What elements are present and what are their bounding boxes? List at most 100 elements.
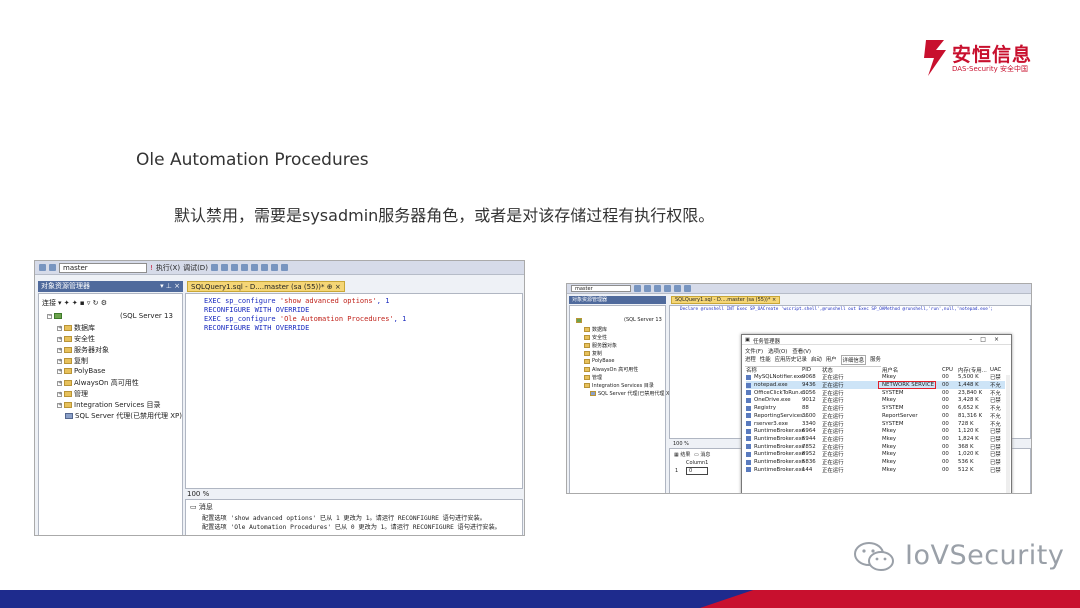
wechat-icon: [854, 542, 894, 571]
toolbar-icon[interactable]: [684, 285, 691, 292]
toolbar-icon[interactable]: [210, 264, 218, 271]
menu-file[interactable]: 文件(F): [745, 347, 763, 355]
expand-icon[interactable]: +: [57, 380, 62, 386]
toolbar-icon[interactable]: [49, 264, 56, 271]
process-row[interactable]: RuntimeBroker.exe 8952 正在运行 Mkey 00 1,020 K 已禁: [746, 451, 1005, 458]
tree-item-replication[interactable]: + 复制: [57, 356, 88, 366]
database-combo[interactable]: master: [59, 262, 147, 273]
tree-item[interactable]: PolyBase: [584, 358, 614, 364]
results-tab[interactable]: ▦ 结果: [674, 451, 690, 458]
tree-item[interactable]: 服务器对象: [584, 342, 617, 349]
tab-details[interactable]: 详细信息: [840, 355, 867, 365]
toolbar-icon[interactable]: [220, 264, 228, 271]
tree-item-alwayson[interactable]: + AlwaysOn 高可用性: [57, 378, 139, 388]
column-header[interactable]: UAC: [990, 367, 1001, 373]
toolbar-icon[interactable]: [634, 285, 641, 292]
debug-button[interactable]: 调试(D): [183, 263, 208, 273]
tree-item[interactable]: AlwaysOn 高可用性: [584, 366, 638, 373]
tree-item[interactable]: SQL Server 代理(已禁用代理 XP): [590, 390, 674, 397]
close-icon[interactable]: ×: [772, 297, 776, 303]
process-row[interactable]: Registry 88 正在运行 SYSTEM 00 6,652 K 不允: [746, 404, 1005, 412]
query-tab[interactable]: SQLQuery1.sql - D....master (sa (55))* ×: [671, 296, 781, 304]
collapse-icon[interactable]: −: [47, 313, 52, 319]
process-row[interactable]: RuntimeBroker.exe 5836 正在运行 Mkey 00 536 K 已禁: [746, 458, 1005, 466]
process-cell: 88: [802, 405, 809, 412]
expand-icon[interactable]: +: [57, 347, 62, 353]
column-header[interactable]: PID: [802, 367, 811, 373]
tree-server-node[interactable]: (SQL Server 13: [576, 317, 662, 323]
tree-item-databases[interactable]: + 数据库: [57, 323, 95, 333]
tree-item-sql-agent[interactable]: SQL Server 代理(已禁用代理 XP): [65, 411, 182, 421]
column-header[interactable]: CPU: [942, 367, 953, 373]
process-row[interactable]: RuntimeBroker.exe 5944 正在运行 Mkey 00 1,824 K 已禁: [746, 435, 1005, 443]
tab-users[interactable]: 用户: [826, 355, 837, 365]
menu-view[interactable]: 查看(V): [792, 347, 811, 355]
tab-services[interactable]: 服务: [870, 355, 881, 365]
tree-item-management[interactable]: + 管理: [57, 389, 88, 399]
process-row[interactable]: RuntimeBroker.exe 6964 正在运行 Mkey 00 1,120 K 已禁: [746, 427, 1005, 435]
tree-server-node[interactable]: − (SQL Server 13: [47, 312, 173, 320]
tree-item[interactable]: 复制: [584, 350, 602, 357]
toolbar-icon[interactable]: [674, 285, 681, 292]
process-row[interactable]: RuntimeBroker.exe 144 正在运行 Mkey 00 512 K 已禁: [746, 466, 1005, 474]
tab-startup[interactable]: 启动: [811, 355, 822, 365]
expand-icon[interactable]: +: [57, 325, 62, 331]
zoom-level[interactable]: 100 %: [673, 441, 689, 447]
toolbar-icon[interactable]: [240, 264, 248, 271]
scrollbar[interactable]: [1006, 375, 1010, 493]
expand-icon[interactable]: +: [57, 336, 62, 342]
process-cell: 6,652 K: [958, 405, 979, 412]
query-editor[interactable]: EXEC sp_configure 'show advanced options…: [185, 293, 523, 489]
toolbar-icon[interactable]: [644, 285, 651, 292]
query-tab[interactable]: SQLQuery1.sql - D....master (sa (55))* ⊕…: [187, 281, 345, 292]
process-cell: 6964: [802, 428, 816, 435]
toolbar-icon[interactable]: [280, 264, 288, 271]
expand-icon[interactable]: +: [57, 402, 62, 408]
expand-icon[interactable]: +: [57, 368, 62, 374]
close-icon[interactable]: ⊕ ×: [327, 283, 341, 291]
messages-tab[interactable]: ▭ 消息: [694, 451, 710, 458]
expand-icon[interactable]: +: [57, 391, 62, 397]
tree-item[interactable]: Integration Services 目录: [584, 382, 654, 389]
process-row[interactable]: MySQLNotifier.exe 9068 正在运行 Mkey 00 5,500 K 已禁: [746, 374, 1005, 381]
process-icon: [746, 436, 751, 442]
tree-item-security[interactable]: + 安全性: [57, 334, 95, 344]
tab-app-history[interactable]: 应用历史记录: [775, 355, 807, 365]
toolbar-icon[interactable]: [260, 264, 268, 271]
tree-item[interactable]: 数据库: [584, 326, 607, 333]
toolbar-icon[interactable]: [654, 285, 661, 292]
toolbar-icon[interactable]: [39, 264, 46, 271]
execute-button[interactable]: 执行(X): [156, 263, 180, 273]
process-row[interactable]: OneDrive.exe 9012 正在运行 Mkey 00 3,428 K 已禁: [746, 397, 1005, 404]
tree-item[interactable]: 安全性: [584, 334, 607, 341]
tree-item-polybase[interactable]: + PolyBase: [57, 367, 105, 375]
zoom-level[interactable]: 100 %: [187, 490, 209, 498]
tree-item-integration-services[interactable]: + Integration Services 目录: [57, 400, 161, 410]
process-row[interactable]: rserver3.exe 3340 正在运行 SYSTEM 00 728 K 不允: [746, 420, 1005, 428]
connect-button[interactable]: 连接 ▾ ✦ ✦ ▪ ▿ ↻ ⚙: [42, 298, 107, 308]
folder-icon: [64, 358, 72, 364]
toolbar-icon[interactable]: [664, 285, 671, 292]
toolbar-icon[interactable]: [270, 264, 278, 271]
menu-options[interactable]: 选项(O): [768, 347, 787, 355]
toolbar-icon[interactable]: [230, 264, 238, 271]
toolbar-icon[interactable]: [250, 264, 258, 271]
expand-icon[interactable]: +: [57, 358, 62, 364]
process-row[interactable]: notepad.exe 9436 正在运行 NETWORK SERVICE 00 1,44…: [746, 381, 1005, 389]
tree-item-server-objects[interactable]: + 服务器对象: [57, 345, 109, 355]
messages-tab[interactable]: ▭ 消息: [190, 502, 213, 512]
code-string: 'show advanced options': [279, 297, 377, 305]
tab-performance[interactable]: 性能: [760, 355, 771, 365]
pin-close-icon[interactable]: ▾ ⊥ ×: [160, 281, 180, 292]
execute-icon[interactable]: !: [150, 264, 153, 272]
database-combo[interactable]: master: [571, 285, 631, 292]
tree-item[interactable]: 管理: [584, 374, 602, 381]
process-row[interactable]: OfficeClickToRun.e... 3056 正在运行 SYSTEM 00 23,…: [746, 389, 1005, 397]
tab-processes[interactable]: 进程: [745, 355, 756, 365]
result-cell[interactable]: 0: [686, 467, 708, 475]
process-row[interactable]: ReportingServices... 3600 正在运行 ReportServer…: [746, 412, 1005, 420]
window-controls-icon[interactable]: –□×: [969, 336, 1007, 343]
ssms-screenshot-right: master 对象资源管理器 (SQL Server 13 数据库 安全性 服务…: [566, 283, 1032, 494]
process-cell: 1,824 K: [958, 435, 979, 442]
process-row[interactable]: RuntimeBroker.exe 7852 正在运行 Mkey 00 368 K 已禁: [746, 443, 1005, 451]
